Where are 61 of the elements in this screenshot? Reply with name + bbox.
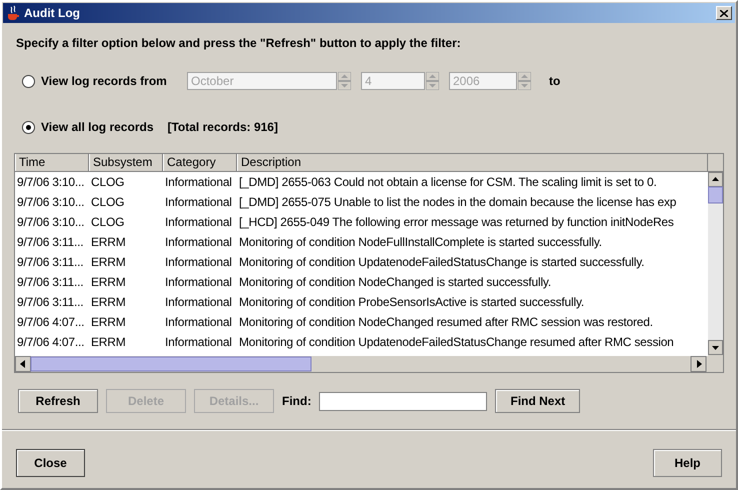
- find-label: Find:: [282, 394, 312, 408]
- action-button[interactable]: Refresh: [18, 389, 98, 413]
- radio-button[interactable]: [22, 74, 35, 88]
- radio-label[interactable]: View log records from: [41, 74, 181, 88]
- instruction-text: Specify a filter option below and press the "Refresh" button to apply the filter:: [16, 36, 462, 50]
- table-cell-text: Informational: [164, 255, 233, 269]
- table-cell-text: [_DMD] 2655-063 Could not obtain a license for CSM. The scaling limit is set to 0.: [238, 175, 657, 189]
- window-title: Audit Log: [24, 6, 81, 20]
- spinner-arrows-icon[interactable]: [518, 72, 531, 90]
- table-cell-text: Monitoring of condition NodeChanged is started successfully.: [238, 275, 551, 289]
- table-cell-text: 9/7/06 3:10...: [16, 195, 86, 209]
- table-cell-text: Informational: [164, 275, 233, 289]
- table-cell-text: Monitoring of condition NodeFullInstallComplete is started successfully.: [238, 235, 602, 249]
- table-cell-text: Informational: [164, 215, 233, 229]
- table-cell-text: Informational: [164, 315, 233, 329]
- table-cell-text: ERRM: [90, 295, 127, 309]
- table-cell-text: ERRM: [90, 315, 127, 329]
- table-cell-text: Informational: [164, 195, 233, 209]
- close-icon: [720, 10, 728, 16]
- table-cell-text: Monitoring of condition UpdatenodeFailedStatusChange resumed after RMC session: [238, 335, 674, 349]
- radio-label[interactable]: View all log records: [41, 120, 154, 134]
- table-cell-text: Monitoring of condition UpdatenodeFailedStatusChange is started successfully.: [238, 255, 644, 269]
- spinner-arrows-icon[interactable]: [338, 72, 351, 90]
- table-cell-text: ERRM: [90, 275, 127, 289]
- radio-button[interactable]: [22, 120, 35, 134]
- table-cell-text: Informational: [164, 335, 233, 349]
- table-cell-text: 9/7/06 3:11...: [16, 235, 84, 249]
- table-cell-text: CLOG: [90, 215, 126, 229]
- table-cell-text: Monitoring of condition NodeChanged resumed after RMC session was restored.: [238, 315, 653, 329]
- table-cell-text: CLOG: [90, 175, 126, 189]
- to-label: to: [549, 74, 560, 88]
- find-field[interactable]: [319, 392, 488, 410]
- table-cell-text: 9/7/06 3:11...: [16, 255, 84, 269]
- table-cell-text: Informational: [164, 175, 233, 189]
- table-cell-text: ERRM: [90, 255, 127, 269]
- table-cell-text: 9/7/06 3:10...: [16, 175, 86, 189]
- table-cell-text: 9/7/06 3:10...: [16, 215, 86, 229]
- column-header[interactable]: Subsystem: [89, 154, 163, 171]
- table-cell-text: [_HCD] 2655-049 The following error message was returned by function initNodeRes: [238, 215, 674, 229]
- column-header[interactable]: Time: [15, 154, 89, 171]
- close-button[interactable]: [716, 6, 732, 20]
- table-cell-text: 9/7/06 4:07...: [16, 315, 86, 329]
- table-cell-text: 9/7/06 3:11...: [16, 275, 84, 289]
- table-cell-text: 9/7/06 4:07...: [16, 335, 86, 349]
- horizontal-scrollbar[interactable]: [15, 356, 707, 372]
- column-header[interactable]: Category: [163, 154, 237, 171]
- table-cell-text: ERRM: [90, 235, 127, 249]
- table-cell-text: CLOG: [90, 195, 126, 209]
- table-cell-text: Monitoring of condition ProbeSensorIsActive is started successfully.: [238, 295, 584, 309]
- spinner-arrows-icon[interactable]: [426, 72, 439, 90]
- table-cell-text: [_DMD] 2655-075 Unable to list the nodes in the domain because the license has exp: [238, 195, 676, 209]
- close-dialog-button[interactable]: Close: [16, 449, 85, 477]
- cup-icon: [6, 5, 20, 21]
- table-cell-text: Informational: [164, 235, 233, 249]
- vertical-scrollbar[interactable]: [708, 172, 723, 355]
- table-cell-text: Informational: [164, 295, 233, 309]
- find-next-button[interactable]: Find Next: [495, 389, 580, 413]
- help-button[interactable]: Help: [653, 449, 722, 477]
- table-cell-text: ERRM: [90, 335, 127, 349]
- table-cell-text: 9/7/06 3:11...: [16, 295, 84, 309]
- total-records: [Total records: 916]: [168, 120, 278, 134]
